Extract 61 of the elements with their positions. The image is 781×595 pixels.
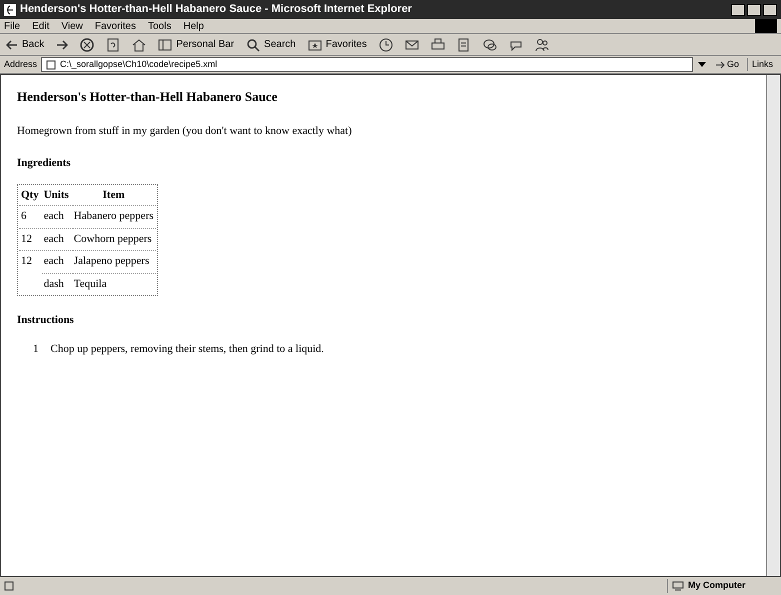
address-field[interactable]: C:\_sorallgopse\Ch10\code\recipe5.xml [41, 57, 693, 72]
computer-icon [672, 581, 684, 591]
home-icon [132, 38, 146, 52]
window-title: Henderson's Hotter-than-Hell Habanero Sauce - Microsoft Internet Explorer [20, 2, 412, 18]
back-button[interactable]: Back [4, 37, 46, 52]
page-heading: Henderson's Hotter-than-Hell Habanero Sauce [17, 88, 278, 106]
go-arrow-icon [714, 60, 725, 70]
table-cell: Tequila [72, 272, 156, 294]
section-heading: Ingredients [17, 156, 72, 171]
toolbar-button[interactable] [532, 38, 551, 52]
printer-icon [430, 38, 445, 52]
column-header: Item [102, 188, 126, 202]
menu-item[interactable]: Favorites [94, 18, 136, 34]
back-arrow-icon [6, 40, 18, 50]
toolbar-button[interactable] [428, 38, 447, 52]
toolbar-button[interactable] [376, 38, 395, 52]
forward-button[interactable] [54, 40, 70, 50]
stop-icon [80, 38, 94, 52]
toolbar-button[interactable] [480, 38, 499, 52]
page-icon [4, 581, 14, 591]
table-cell: 6 [19, 205, 41, 226]
table-cell: 12 [19, 250, 41, 272]
scrollbar[interactable] [766, 75, 780, 576]
table-cell: 12 [19, 228, 41, 249]
table-cell: Habanero peppers [72, 205, 156, 226]
menu-item[interactable]: Edit [32, 18, 50, 34]
menu-item[interactable]: View [61, 18, 83, 34]
table-cell: Jalapeno peppers [72, 250, 156, 272]
toolbar-button[interactable] [78, 38, 96, 52]
section-heading: Instructions [17, 313, 75, 328]
table-cell: Cowhorn peppers [72, 228, 156, 249]
column-header: Qty [20, 188, 40, 202]
envelope-icon [404, 38, 419, 52]
go-button[interactable]: Go [710, 58, 743, 72]
address-label: Address [4, 58, 38, 71]
table-cell: each [42, 205, 71, 226]
people-icon [534, 38, 549, 52]
refresh-icon [106, 38, 120, 52]
intro-text: Homegrown from stuff in my garden (you don't want to know exactly what) [17, 124, 353, 138]
toolbar-button[interactable]: Personal Bar [156, 37, 236, 52]
table-cell: each [42, 250, 71, 272]
clock-icon [378, 38, 393, 52]
toolbar-button[interactable]: Favorites [306, 37, 369, 52]
step-text: Chop up peppers, removing their stems, then grind to a liquid. [50, 342, 324, 356]
document-icon [456, 38, 471, 52]
speech-bubbles-icon [482, 38, 497, 52]
menu-item[interactable]: File [4, 18, 20, 34]
forward-arrow-icon [56, 40, 68, 50]
step-number: 1 [33, 342, 38, 356]
table-cell: each [42, 228, 71, 249]
page-icon [46, 60, 56, 70]
toolbar-button[interactable] [402, 38, 421, 52]
menu-item[interactable]: Tools [148, 18, 172, 34]
table-cell: dash [42, 272, 71, 294]
toolbar-button[interactable]: Search [244, 37, 298, 52]
menu-item[interactable]: Help [183, 18, 204, 34]
links-button[interactable]: Links [746, 58, 777, 72]
search-icon [246, 38, 260, 52]
zone-label: My Computer [688, 579, 746, 592]
column-header: Units [42, 188, 70, 202]
panel-icon [158, 38, 172, 52]
